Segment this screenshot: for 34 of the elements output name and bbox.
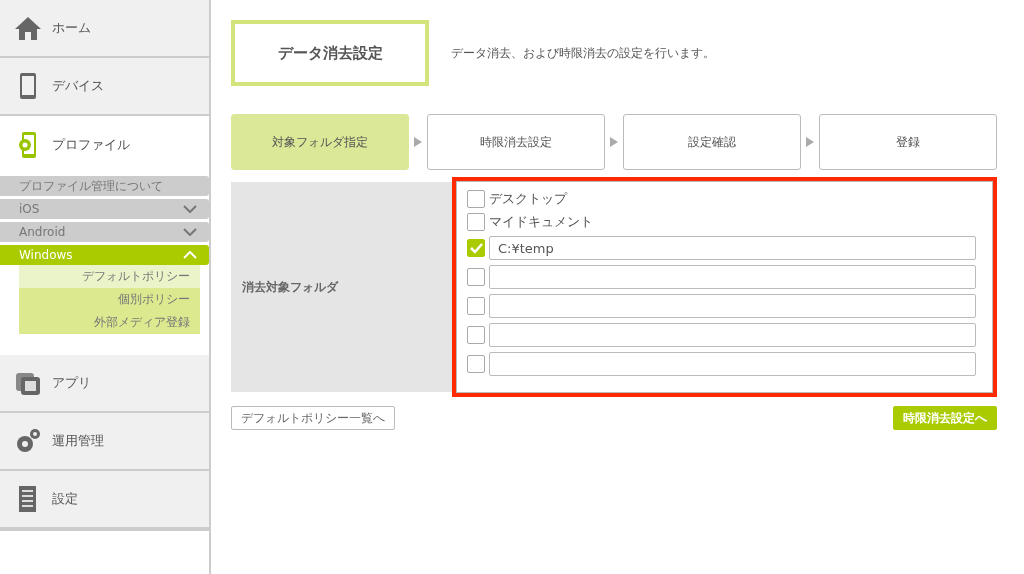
folder-option-label: マイドキュメント — [489, 213, 593, 231]
checkbox[interactable] — [467, 355, 485, 373]
folder-path-field[interactable] — [489, 265, 976, 289]
policy-link[interactable]: 個別ポリシー — [19, 288, 200, 311]
folder-path-field[interactable] — [489, 352, 976, 376]
step-arrow-icon — [610, 137, 618, 147]
page-description: データ消去、および時限消去の設定を行います。 — [451, 44, 715, 62]
step-arrow-icon — [806, 137, 814, 147]
nav-item[interactable]: デバイス — [0, 58, 209, 116]
wizard-step: 登録 — [819, 114, 997, 170]
form-label: 消去対象フォルダ — [241, 278, 340, 296]
checkbox[interactable] — [467, 239, 485, 257]
policy-link[interactable]: 外部メディア登録 — [19, 311, 200, 334]
checkbox[interactable] — [467, 213, 485, 231]
nav-item[interactable]: 設定 — [0, 471, 209, 529]
page-title: データ消去設定 — [231, 20, 429, 86]
wizard-step: 設定確認 — [623, 114, 801, 170]
folder-path-field[interactable] — [489, 294, 976, 318]
folder-path-field[interactable] — [489, 323, 976, 347]
nav-item[interactable]: アプリ — [0, 355, 209, 413]
checkbox[interactable] — [467, 190, 485, 208]
step-arrow-icon — [414, 137, 422, 147]
checkbox[interactable] — [467, 297, 485, 315]
folder-option-label: デスクトップ — [489, 190, 567, 208]
folder-path-field[interactable]: C:¥temp — [489, 236, 976, 260]
wizard-step: 時限消去設定 — [427, 114, 605, 170]
checkbox[interactable] — [467, 268, 485, 286]
wizard-step: 対象フォルダ指定 — [231, 114, 409, 170]
home-icon — [14, 14, 42, 42]
policy-link[interactable]: デフォルトポリシー — [19, 265, 200, 288]
nav-item[interactable]: 運用管理 — [0, 413, 209, 471]
nav-item[interactable]: ホーム — [0, 0, 209, 58]
checkbox[interactable] — [467, 326, 485, 344]
back-button[interactable]: デフォルトポリシー一覧へ — [231, 406, 395, 430]
